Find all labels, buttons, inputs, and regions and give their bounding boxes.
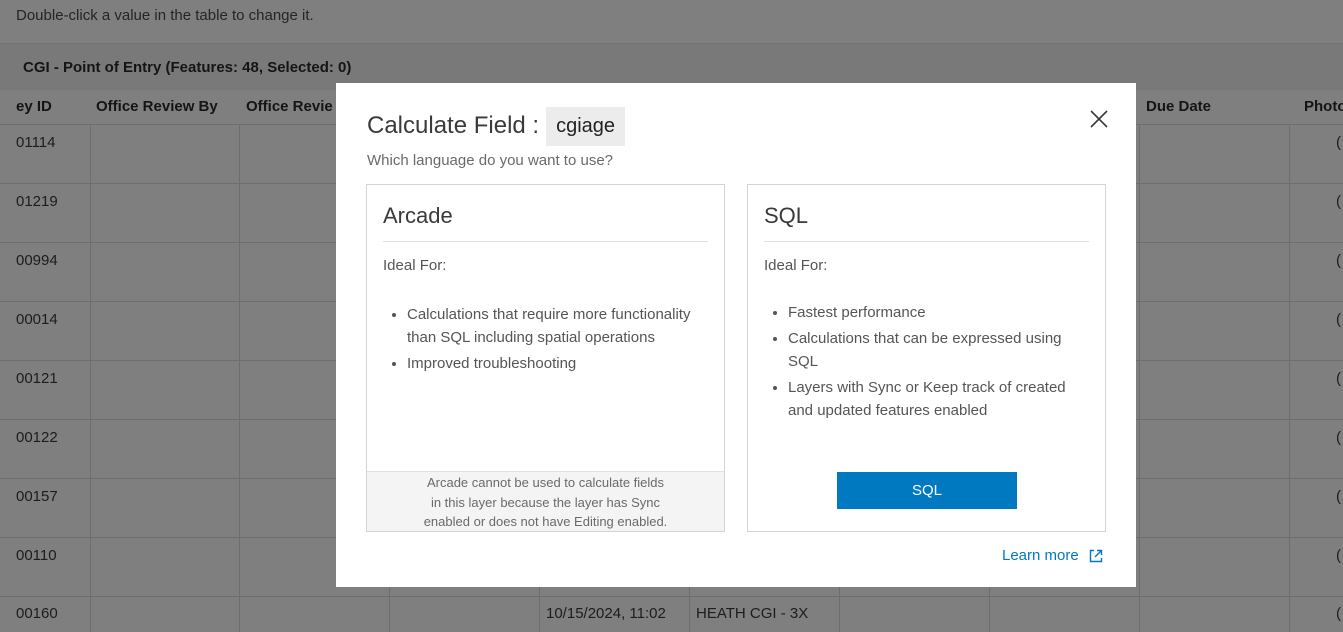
list-item: Improved troubleshooting: [407, 352, 706, 375]
close-icon: [1090, 110, 1108, 128]
learn-more-label: Learn more: [1002, 547, 1079, 564]
list-item: Calculations that require more functiona…: [407, 303, 706, 349]
card-divider: [764, 241, 1089, 242]
external-link-icon: [1089, 549, 1102, 562]
field-name-chip: cgiage: [546, 106, 626, 146]
arcade-ideal-for: Ideal For:: [383, 257, 447, 274]
arcade-card-title: Arcade: [383, 203, 453, 228]
list-item: Layers with Sync or Keep track of create…: [788, 376, 1087, 422]
list-item: Fastest performance: [788, 301, 1087, 324]
arcade-feature-list: Calculations that require more functiona…: [407, 303, 706, 378]
note-line: enabled or does not have Editing enabled…: [423, 514, 668, 529]
list-item: Calculations that can be expressed using…: [788, 327, 1087, 373]
sql-card-title: SQL: [764, 203, 809, 228]
note-line: Arcade cannot be used to calculate field…: [426, 475, 665, 490]
learn-more-link[interactable]: Learn more: [1002, 547, 1104, 564]
sql-ideal-for: Ideal For:: [764, 257, 828, 274]
sql-option-card: SQL Ideal For: Fastest performance Calcu…: [747, 184, 1106, 532]
card-divider: [383, 241, 708, 242]
arcade-disabled-note: Arcade cannot be used to calculate field…: [367, 471, 724, 531]
note-line: in this layer because the layer has Sync: [430, 494, 661, 510]
dialog-subtitle: Which language do you want to use?: [367, 152, 613, 169]
calculate-field-dialog: Calculate Field : cgiage Which language …: [336, 83, 1136, 587]
dialog-title-text: Calculate Field :: [367, 112, 540, 139]
sql-feature-list: Fastest performance Calculations that ca…: [788, 301, 1087, 425]
close-button[interactable]: [1087, 107, 1111, 131]
arcade-option-card: Arcade Ideal For: Calculations that requ…: [366, 184, 725, 532]
dialog-title: Calculate Field : cgiage: [367, 103, 626, 149]
sql-button[interactable]: SQL: [837, 472, 1017, 509]
